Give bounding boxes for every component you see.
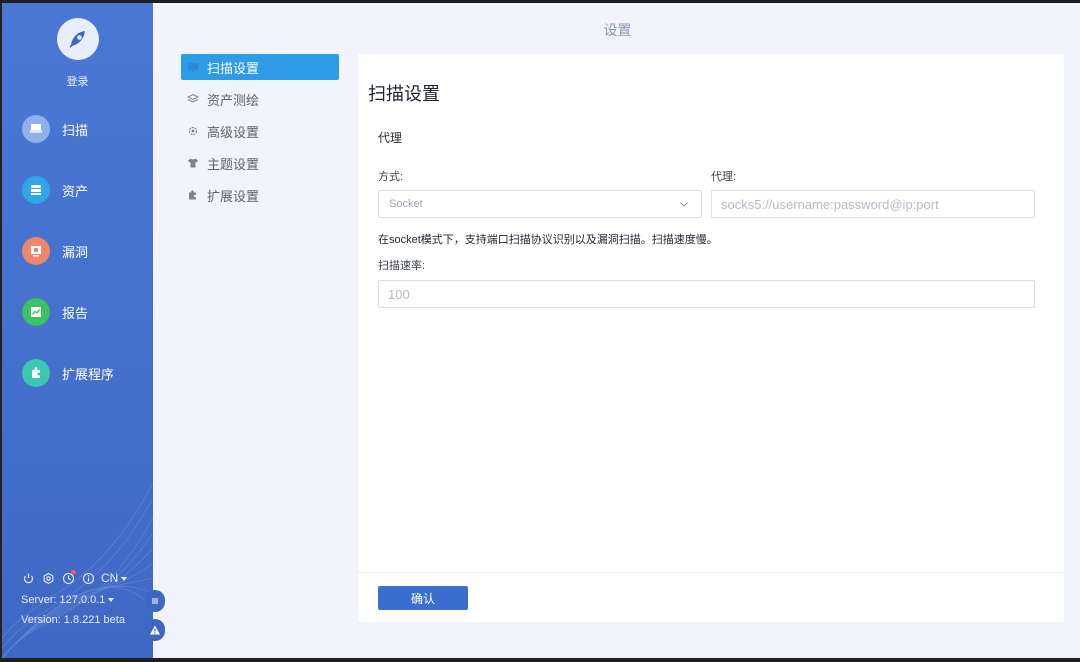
confirm-button[interactable]: 确认 [378, 586, 468, 610]
scan-icon [22, 115, 50, 143]
power-icon[interactable] [21, 571, 35, 585]
gear-icon [187, 125, 199, 137]
app-window: 登录 扫描 资产 漏洞 报告 扩展程序 CN Server: 127.0.0.1… [0, 3, 1080, 660]
nav-item-vulnerabilities[interactable]: 漏洞 [22, 236, 88, 266]
info-icon[interactable] [81, 571, 95, 585]
panel-title: 扫描设置 [368, 84, 440, 104]
nav-label: 资产 [62, 183, 89, 199]
scan-rate-label: 扫描速率: [378, 260, 426, 272]
collapse-menu-button[interactable] [145, 590, 165, 612]
menu-item-extension-settings[interactable]: 扩展设置 [181, 182, 339, 208]
menu-icon [152, 598, 158, 604]
socket-mode-hint: 在socket模式下，支持端口扫描协议识别以及漏洞扫描。扫描速度慢。 [378, 234, 718, 246]
proxy-label: 代理: [711, 171, 737, 183]
proxy-section-title: 代理 [378, 131, 403, 145]
nav-item-scan[interactable]: 扫描 [22, 114, 88, 144]
nav-item-extensions[interactable]: 扩展程序 [22, 358, 114, 388]
extension-icon [22, 359, 50, 387]
footer-toolbar: CN [21, 570, 128, 585]
proxy-input[interactable]: socks5://username:password@ip:port [711, 190, 1035, 218]
mode-select[interactable]: Socket [378, 190, 702, 218]
warning-icon [150, 625, 160, 635]
menu-label: 主题设置 [207, 156, 260, 172]
nav-label: 漏洞 [62, 244, 89, 260]
chevron-down-icon [680, 202, 688, 207]
nav-label: 扫描 [62, 122, 89, 138]
vulnerability-icon [22, 237, 50, 265]
settings-menu: 扫描设置 资产测绘 高级设置 主题设置 扩展设置 [181, 54, 339, 214]
language-selector[interactable]: CN [101, 571, 128, 585]
menu-label: 高级设置 [207, 124, 260, 140]
report-icon [22, 298, 50, 326]
chevron-down-icon [121, 576, 128, 581]
nav-label: 扩展程序 [62, 366, 115, 382]
rocket-logo-icon [69, 31, 85, 48]
app-logo[interactable] [57, 18, 99, 60]
notification-dot [71, 570, 76, 575]
chevron-down-icon [108, 598, 115, 603]
menu-label: 扫描设置 [207, 60, 260, 76]
login-link[interactable]: 登录 [2, 73, 153, 89]
warning-button[interactable] [145, 619, 165, 641]
assets-icon [22, 176, 50, 204]
puzzle-icon [187, 189, 199, 201]
scan-rate-placeholder: 100 [388, 286, 410, 302]
server-label: Server: 127.0.0.1 [21, 594, 106, 606]
settings-icon[interactable] [41, 571, 55, 585]
decorative-waves [2, 482, 153, 658]
version-label: Version: 1.8.221 beta [21, 614, 125, 626]
mode-label: 方式: [378, 171, 404, 183]
scan-rate-input[interactable]: 100 [378, 280, 1035, 308]
menu-item-theme-settings[interactable]: 主题设置 [181, 150, 339, 176]
history-icon[interactable] [61, 570, 76, 585]
proxy-input-placeholder: socks5://username:password@ip:port [721, 196, 939, 212]
page-title: 设置 [603, 22, 632, 38]
menu-item-scan-settings[interactable]: 扫描设置 [181, 54, 339, 80]
monitor-icon [187, 61, 199, 73]
menu-label: 扩展设置 [207, 188, 260, 204]
scan-settings-panel: 扫描设置 代理 方式: 代理: Socket socks5://username… [358, 54, 1064, 622]
nav-label: 报告 [62, 305, 89, 321]
layers-icon [187, 93, 199, 105]
server-selector[interactable]: Server: 127.0.0.1 [21, 594, 115, 606]
menu-item-asset-mapping[interactable]: 资产测绘 [181, 86, 339, 112]
nav-item-reports[interactable]: 报告 [22, 297, 88, 327]
tshirt-icon [187, 157, 199, 169]
sidebar: 登录 扫描 资产 漏洞 报告 扩展程序 CN Server: 127.0.0.1… [2, 3, 153, 658]
menu-label: 资产测绘 [207, 92, 260, 108]
nav-item-assets[interactable]: 资产 [22, 175, 88, 205]
language-label: CN [101, 571, 119, 585]
footer-divider [358, 572, 1064, 573]
menu-item-advanced-settings[interactable]: 高级设置 [181, 118, 339, 144]
mode-select-value: Socket [389, 198, 423, 210]
